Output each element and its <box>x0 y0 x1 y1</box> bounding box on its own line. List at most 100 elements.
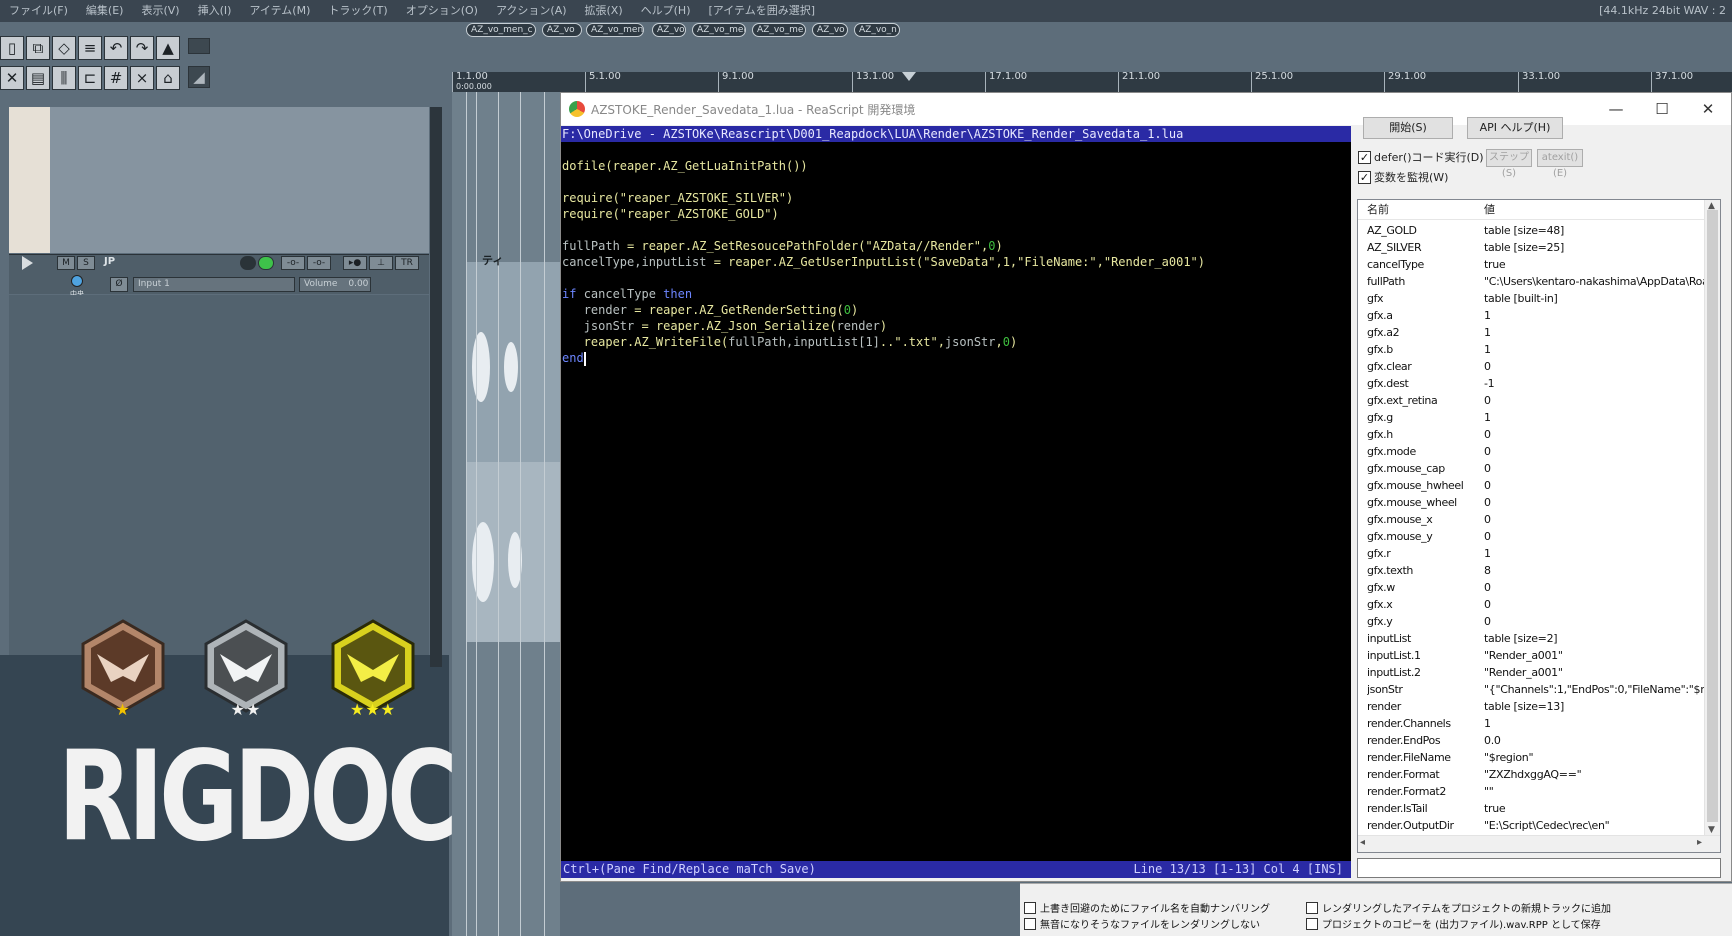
maximize-icon[interactable]: ☐ <box>1639 93 1685 125</box>
skip-silent-option[interactable]: 無音になりそうなファイルをレンダリングしない <box>1024 916 1260 931</box>
var-row[interactable]: render.OutputDir "E:\Script\Cedec\rec\en" <box>1358 817 1706 834</box>
track-volume-field[interactable]: Volume 0.00 <box>299 277 371 292</box>
var-row[interactable]: gfx.dest -1 <box>1358 375 1706 392</box>
menu-item[interactable]: アイテム(M) <box>240 0 319 22</box>
var-row[interactable]: gfx.a 1 <box>1358 307 1706 324</box>
save-copy-option[interactable]: プロジェクトのコピーを (出力ファイル).wav.RPP として保存 <box>1306 916 1601 931</box>
edit-cursor-marker-icon[interactable] <box>902 72 916 81</box>
var-row[interactable]: inputList.2 "Render_a001" <box>1358 664 1706 681</box>
io-routing-icon[interactable]: ⊥ <box>369 256 393 270</box>
undo-icon[interactable]: ↶ <box>104 36 128 60</box>
track-tr-button[interactable]: TR <box>395 256 419 270</box>
var-row[interactable]: gfx.h 0 <box>1358 426 1706 443</box>
add-to-project-checkbox[interactable] <box>1306 901 1318 914</box>
record-arm-icon[interactable] <box>240 256 256 270</box>
open-project-icon[interactable]: ⧉ <box>26 36 50 60</box>
auto-number-checkbox[interactable] <box>1024 901 1036 914</box>
arrange-view[interactable] <box>452 92 560 936</box>
metronome-icon[interactable]: ▲ <box>156 36 180 60</box>
ripple-edit-icon[interactable]: ▤ <box>26 66 50 90</box>
code-editor[interactable]: F:\OneDrive - AZSTOKe\Reascript\D001_Rea… <box>561 126 1351 861</box>
grid-icon[interactable]: # <box>104 66 128 90</box>
play-arrow-icon[interactable] <box>22 256 33 270</box>
menu-edit[interactable]: 編集(E) <box>77 0 133 22</box>
var-row[interactable]: AZ_GOLD table [size=48] <box>1358 222 1706 239</box>
var-row[interactable]: gfx.g 1 <box>1358 409 1706 426</box>
menu-insert[interactable]: 挿入(I) <box>189 0 241 22</box>
menu-extensions[interactable]: 拡張(X) <box>576 0 632 22</box>
defer-checkbox[interactable]: ✓ <box>1358 150 1371 164</box>
envelope-tool-icon[interactable]: ◢ <box>188 66 210 88</box>
skip-silent-checkbox[interactable] <box>1024 917 1036 930</box>
menu-options[interactable]: オプション(O) <box>397 0 487 22</box>
track-name[interactable]: JP <box>104 256 115 267</box>
var-list-hscroll[interactable]: ◂ ▸ <box>1358 835 1720 852</box>
region-marker[interactable]: AZ_vo <box>652 23 686 37</box>
var-row[interactable]: gfx.mouse_hwheel 0 <box>1358 477 1706 494</box>
var-row[interactable]: render.EndPos 0.0 <box>1358 732 1706 749</box>
project-settings-icon[interactable]: ≡ <box>78 36 102 60</box>
menu-track[interactable]: トラック(T) <box>319 0 396 22</box>
track-input-select[interactable]: Input 1 <box>133 277 295 292</box>
var-row[interactable]: gfx.mouse_y 0 <box>1358 528 1706 545</box>
var-row[interactable]: gfx.texth 8 <box>1358 562 1706 579</box>
var-row[interactable]: inputList table [size=2] <box>1358 630 1706 647</box>
phase-button[interactable]: Ø <box>110 277 128 292</box>
mute-button[interactable]: M <box>57 256 75 270</box>
monitor-icon[interactable] <box>258 256 274 270</box>
timeline-ruler[interactable]: 1.1.00 0:00.000 5.1.00 9.1.00 13.1.00 17.… <box>452 72 1732 92</box>
watch-check[interactable]: ✓ 変数を監視(W) <box>1358 169 1448 185</box>
var-row[interactable]: render.Format "ZXZhdxggAQ==" <box>1358 766 1706 783</box>
pan-knob-icon[interactable] <box>71 275 83 287</box>
tcp-scrollbar[interactable] <box>430 107 442 667</box>
var-row[interactable]: fullPath "C:\Users\kentaro-nakashima\AppD… <box>1358 273 1706 290</box>
variable-watch-list[interactable]: 名前 値 AZ_GOLD table [size=48] AZ_SILVER tabl… <box>1357 199 1721 853</box>
var-row[interactable]: AZ_SILVER table [size=25] <box>1358 239 1706 256</box>
region-marker[interactable]: AZ_vo_men <box>586 23 644 37</box>
step-button[interactable]: ステップ(S) <box>1486 149 1532 179</box>
fx-chain-icon[interactable]: -o- <box>281 256 305 270</box>
start-button[interactable]: 開始(S) <box>1363 117 1453 139</box>
var-row[interactable]: render.Format2 "" <box>1358 783 1706 800</box>
var-row[interactable]: gfx.a2 1 <box>1358 324 1706 341</box>
grouping-icon[interactable]: ⫼ <box>52 66 76 90</box>
watch-expression-input[interactable] <box>1357 858 1721 878</box>
new-project-icon[interactable]: ▯ <box>0 36 24 60</box>
var-row[interactable]: render.Channels 1 <box>1358 715 1706 732</box>
var-row[interactable]: render table [size=13] <box>1358 698 1706 715</box>
defer-check[interactable]: ✓ defer()コード実行(D) <box>1358 149 1484 165</box>
var-row[interactable]: gfx.x 0 <box>1358 596 1706 613</box>
var-list-vscroll[interactable]: ▲ ▼ <box>1704 200 1720 836</box>
minimize-icon[interactable]: — <box>1593 93 1639 125</box>
region-marker[interactable]: AZ_vo_men_c <box>466 23 536 37</box>
crossfade-icon[interactable]: ⨯ <box>130 66 154 90</box>
snap-icon[interactable]: ⊏ <box>78 66 102 90</box>
var-row[interactable]: gfx.mouse_cap 0 <box>1358 460 1706 477</box>
close-icon[interactable]: ✕ <box>1685 93 1731 125</box>
lock-icon[interactable]: ⌂ <box>156 66 180 90</box>
var-row[interactable]: gfx.y 0 <box>1358 613 1706 630</box>
save-project-icon[interactable]: ◇ <box>52 36 76 60</box>
var-name-header[interactable]: 名前 <box>1367 200 1389 220</box>
region-marker[interactable]: AZ_vo_men <box>692 23 746 37</box>
var-row[interactable]: gfx.mouse_wheel 0 <box>1358 494 1706 511</box>
toolbar-extra-icon[interactable] <box>188 38 210 54</box>
var-row[interactable]: render.FileName "$region" <box>1358 749 1706 766</box>
save-copy-checkbox[interactable] <box>1306 917 1318 930</box>
var-row[interactable]: gfx.w 0 <box>1358 579 1706 596</box>
scroll-thumb[interactable] <box>1707 210 1718 822</box>
var-row[interactable]: gfx.b 1 <box>1358 341 1706 358</box>
solo-button[interactable]: S <box>77 256 95 270</box>
scroll-right-icon[interactable]: ▸ <box>1697 837 1702 848</box>
redo-icon[interactable]: ↷ <box>130 36 154 60</box>
fx-bypass-icon[interactable]: ▸● <box>343 256 367 270</box>
var-row[interactable]: gfx table [built-in] <box>1358 290 1706 307</box>
scroll-left-icon[interactable]: ◂ <box>1360 837 1365 848</box>
atexit-button[interactable]: atexit() (E) <box>1537 149 1583 179</box>
var-row[interactable]: gfx.ext_retina 0 <box>1358 392 1706 409</box>
var-row[interactable]: inputList.1 "Render_a001" <box>1358 647 1706 664</box>
delete-icon[interactable]: ✕ <box>0 66 24 90</box>
watch-checkbox[interactable]: ✓ <box>1358 170 1371 184</box>
var-row[interactable]: cancelType true <box>1358 256 1706 273</box>
var-row[interactable]: gfx.r 1 <box>1358 545 1706 562</box>
